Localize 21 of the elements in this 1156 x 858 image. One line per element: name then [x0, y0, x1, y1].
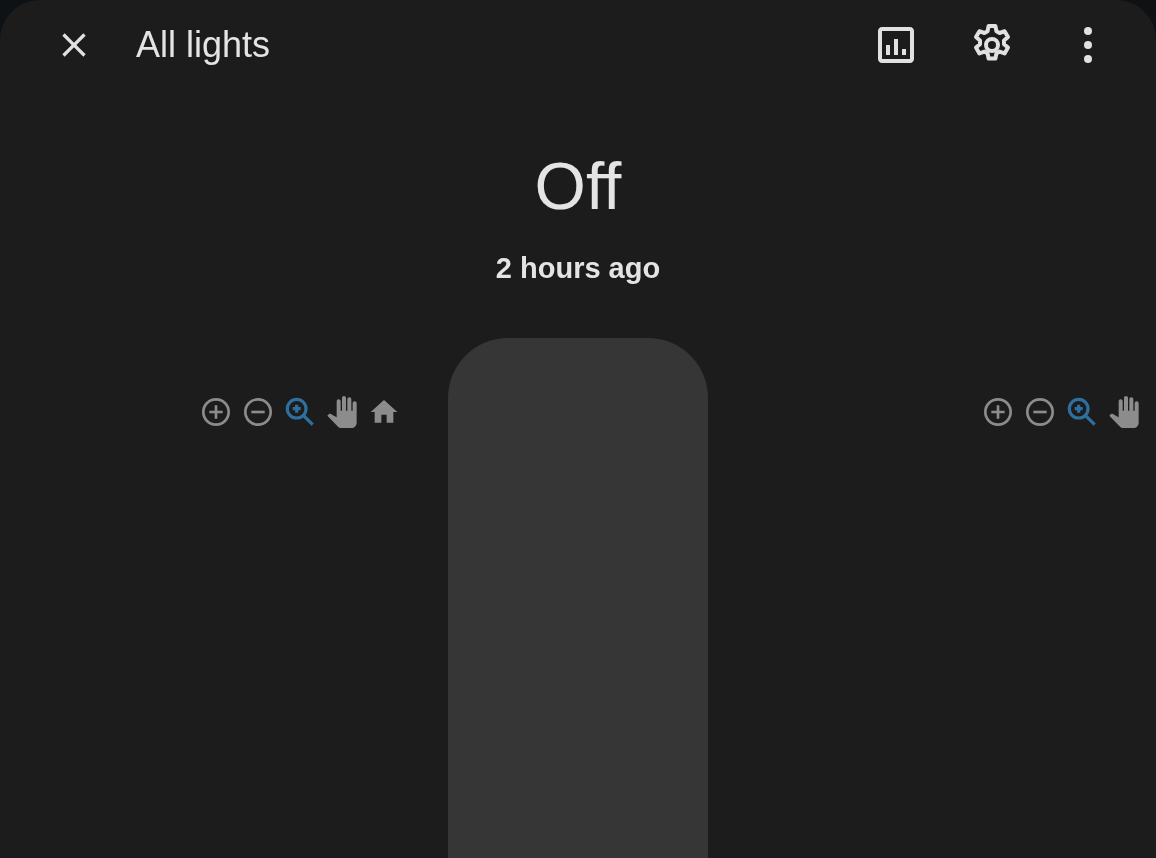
state-value: Off: [533, 152, 623, 219]
zoom-in-icon: [200, 396, 232, 428]
pan-button[interactable]: [1108, 396, 1140, 428]
zoom-tool-button[interactable]: [1066, 396, 1098, 428]
brightness-slider[interactable]: [448, 338, 708, 858]
more-options-icon: [1083, 27, 1093, 64]
dialog-title: All lights: [136, 23, 272, 68]
pan-button[interactable]: [326, 396, 358, 428]
hand-icon: [1108, 396, 1140, 428]
last-changed: 2 hours ago: [494, 250, 662, 286]
zoom-out-icon: [1024, 396, 1056, 428]
magnifier-icon: [284, 396, 316, 428]
magnifier-icon: [1066, 396, 1098, 428]
zoom-tool-button[interactable]: [284, 396, 316, 428]
hand-icon: [326, 396, 358, 428]
zoom-in-button[interactable]: [200, 396, 232, 428]
zoom-out-button[interactable]: [242, 396, 274, 428]
zoom-in-icon: [982, 396, 1014, 428]
zoom-out-button[interactable]: [1024, 396, 1056, 428]
zoom-in-button[interactable]: [982, 396, 1014, 428]
zoom-out-icon: [242, 396, 274, 428]
